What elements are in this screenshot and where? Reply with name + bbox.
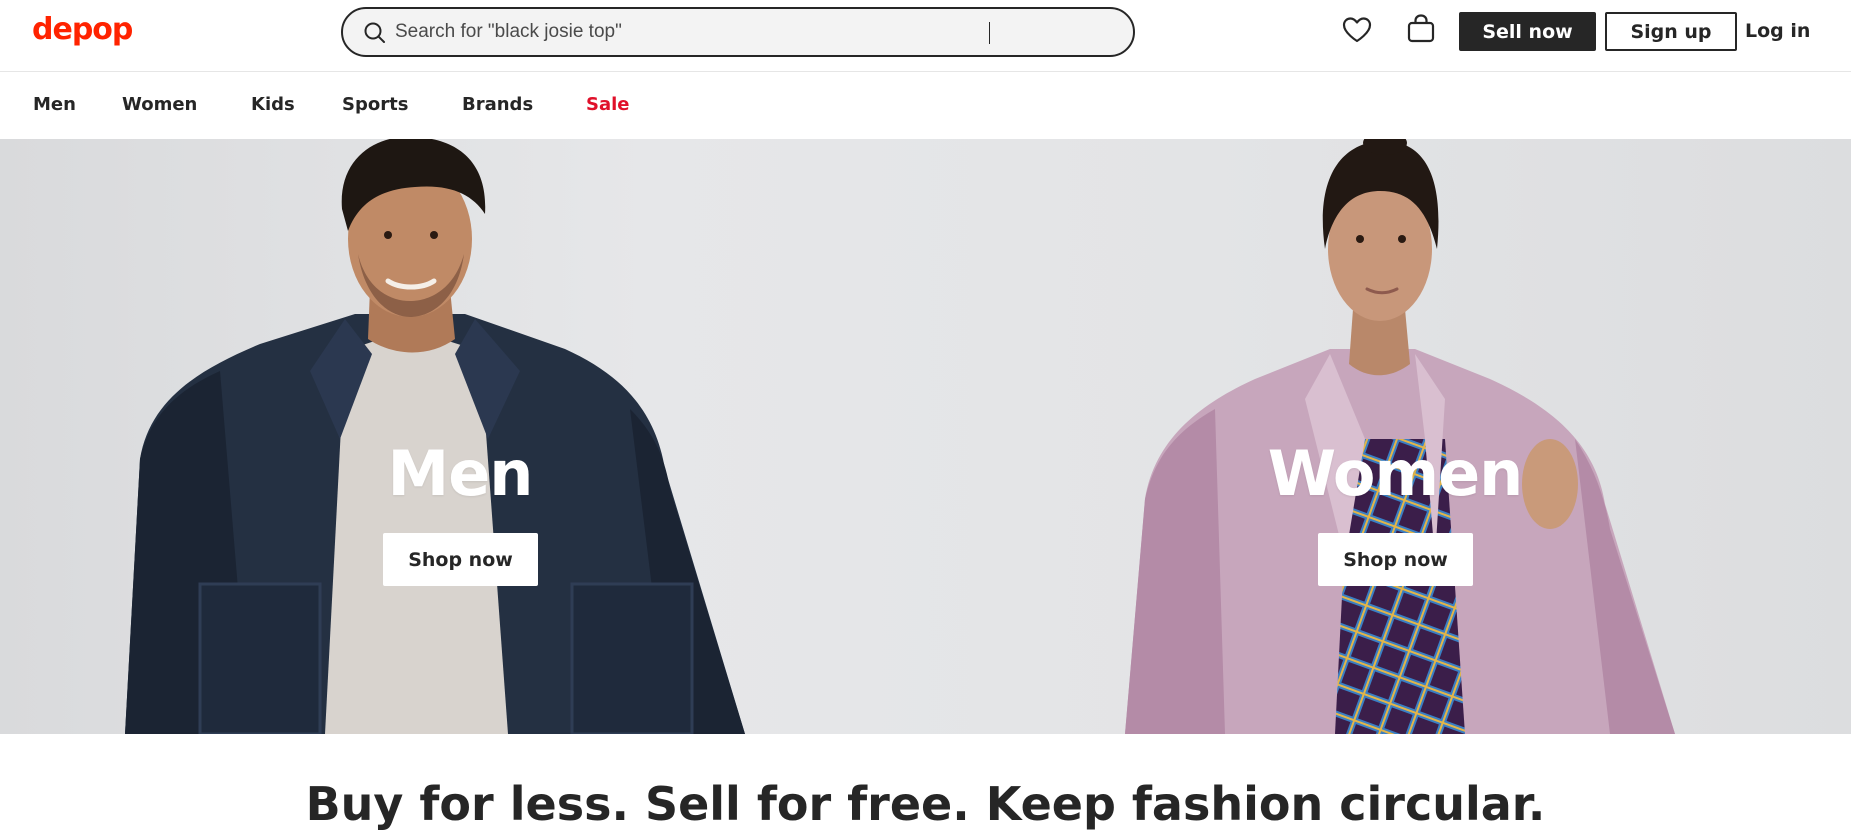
log-in-link[interactable]: Log in [1745, 18, 1810, 44]
tagline-heading: Buy for less. Sell for free. Keep fashio… [305, 777, 1546, 831]
wishlist-button[interactable] [1341, 14, 1373, 46]
nav-item-brands[interactable]: Brands [462, 93, 533, 117]
hero-women-title: Women [1267, 437, 1524, 510]
hero-banner: Men Shop now Women Shop now [0, 139, 1851, 734]
nav-item-sale[interactable]: Sale [586, 93, 630, 117]
shop-men-button[interactable]: Shop now [383, 533, 538, 586]
nav-item-men[interactable]: Men [33, 93, 76, 117]
text-caret [989, 22, 990, 44]
nav-item-women[interactable]: Women [122, 93, 197, 117]
search-bar[interactable] [341, 7, 1135, 57]
nav-item-kids[interactable]: Kids [251, 93, 295, 117]
top-header: depop Sell now Sign up Log in [0, 0, 1851, 72]
sign-up-button[interactable]: Sign up [1605, 12, 1737, 51]
nav-item-sports[interactable]: Sports [342, 93, 408, 117]
depop-logo[interactable]: depop [32, 10, 133, 50]
shop-women-button[interactable]: Shop now [1318, 533, 1473, 586]
sell-now-button[interactable]: Sell now [1459, 12, 1596, 51]
heart-icon [1342, 17, 1372, 43]
search-icon [364, 22, 385, 43]
hero-men-title: Men [387, 437, 534, 510]
bag-icon [1407, 14, 1435, 43]
category-nav: Men Women Kids Sports Brands Sale [0, 73, 1851, 139]
bag-button[interactable] [1405, 12, 1437, 44]
search-input[interactable] [395, 15, 1115, 49]
